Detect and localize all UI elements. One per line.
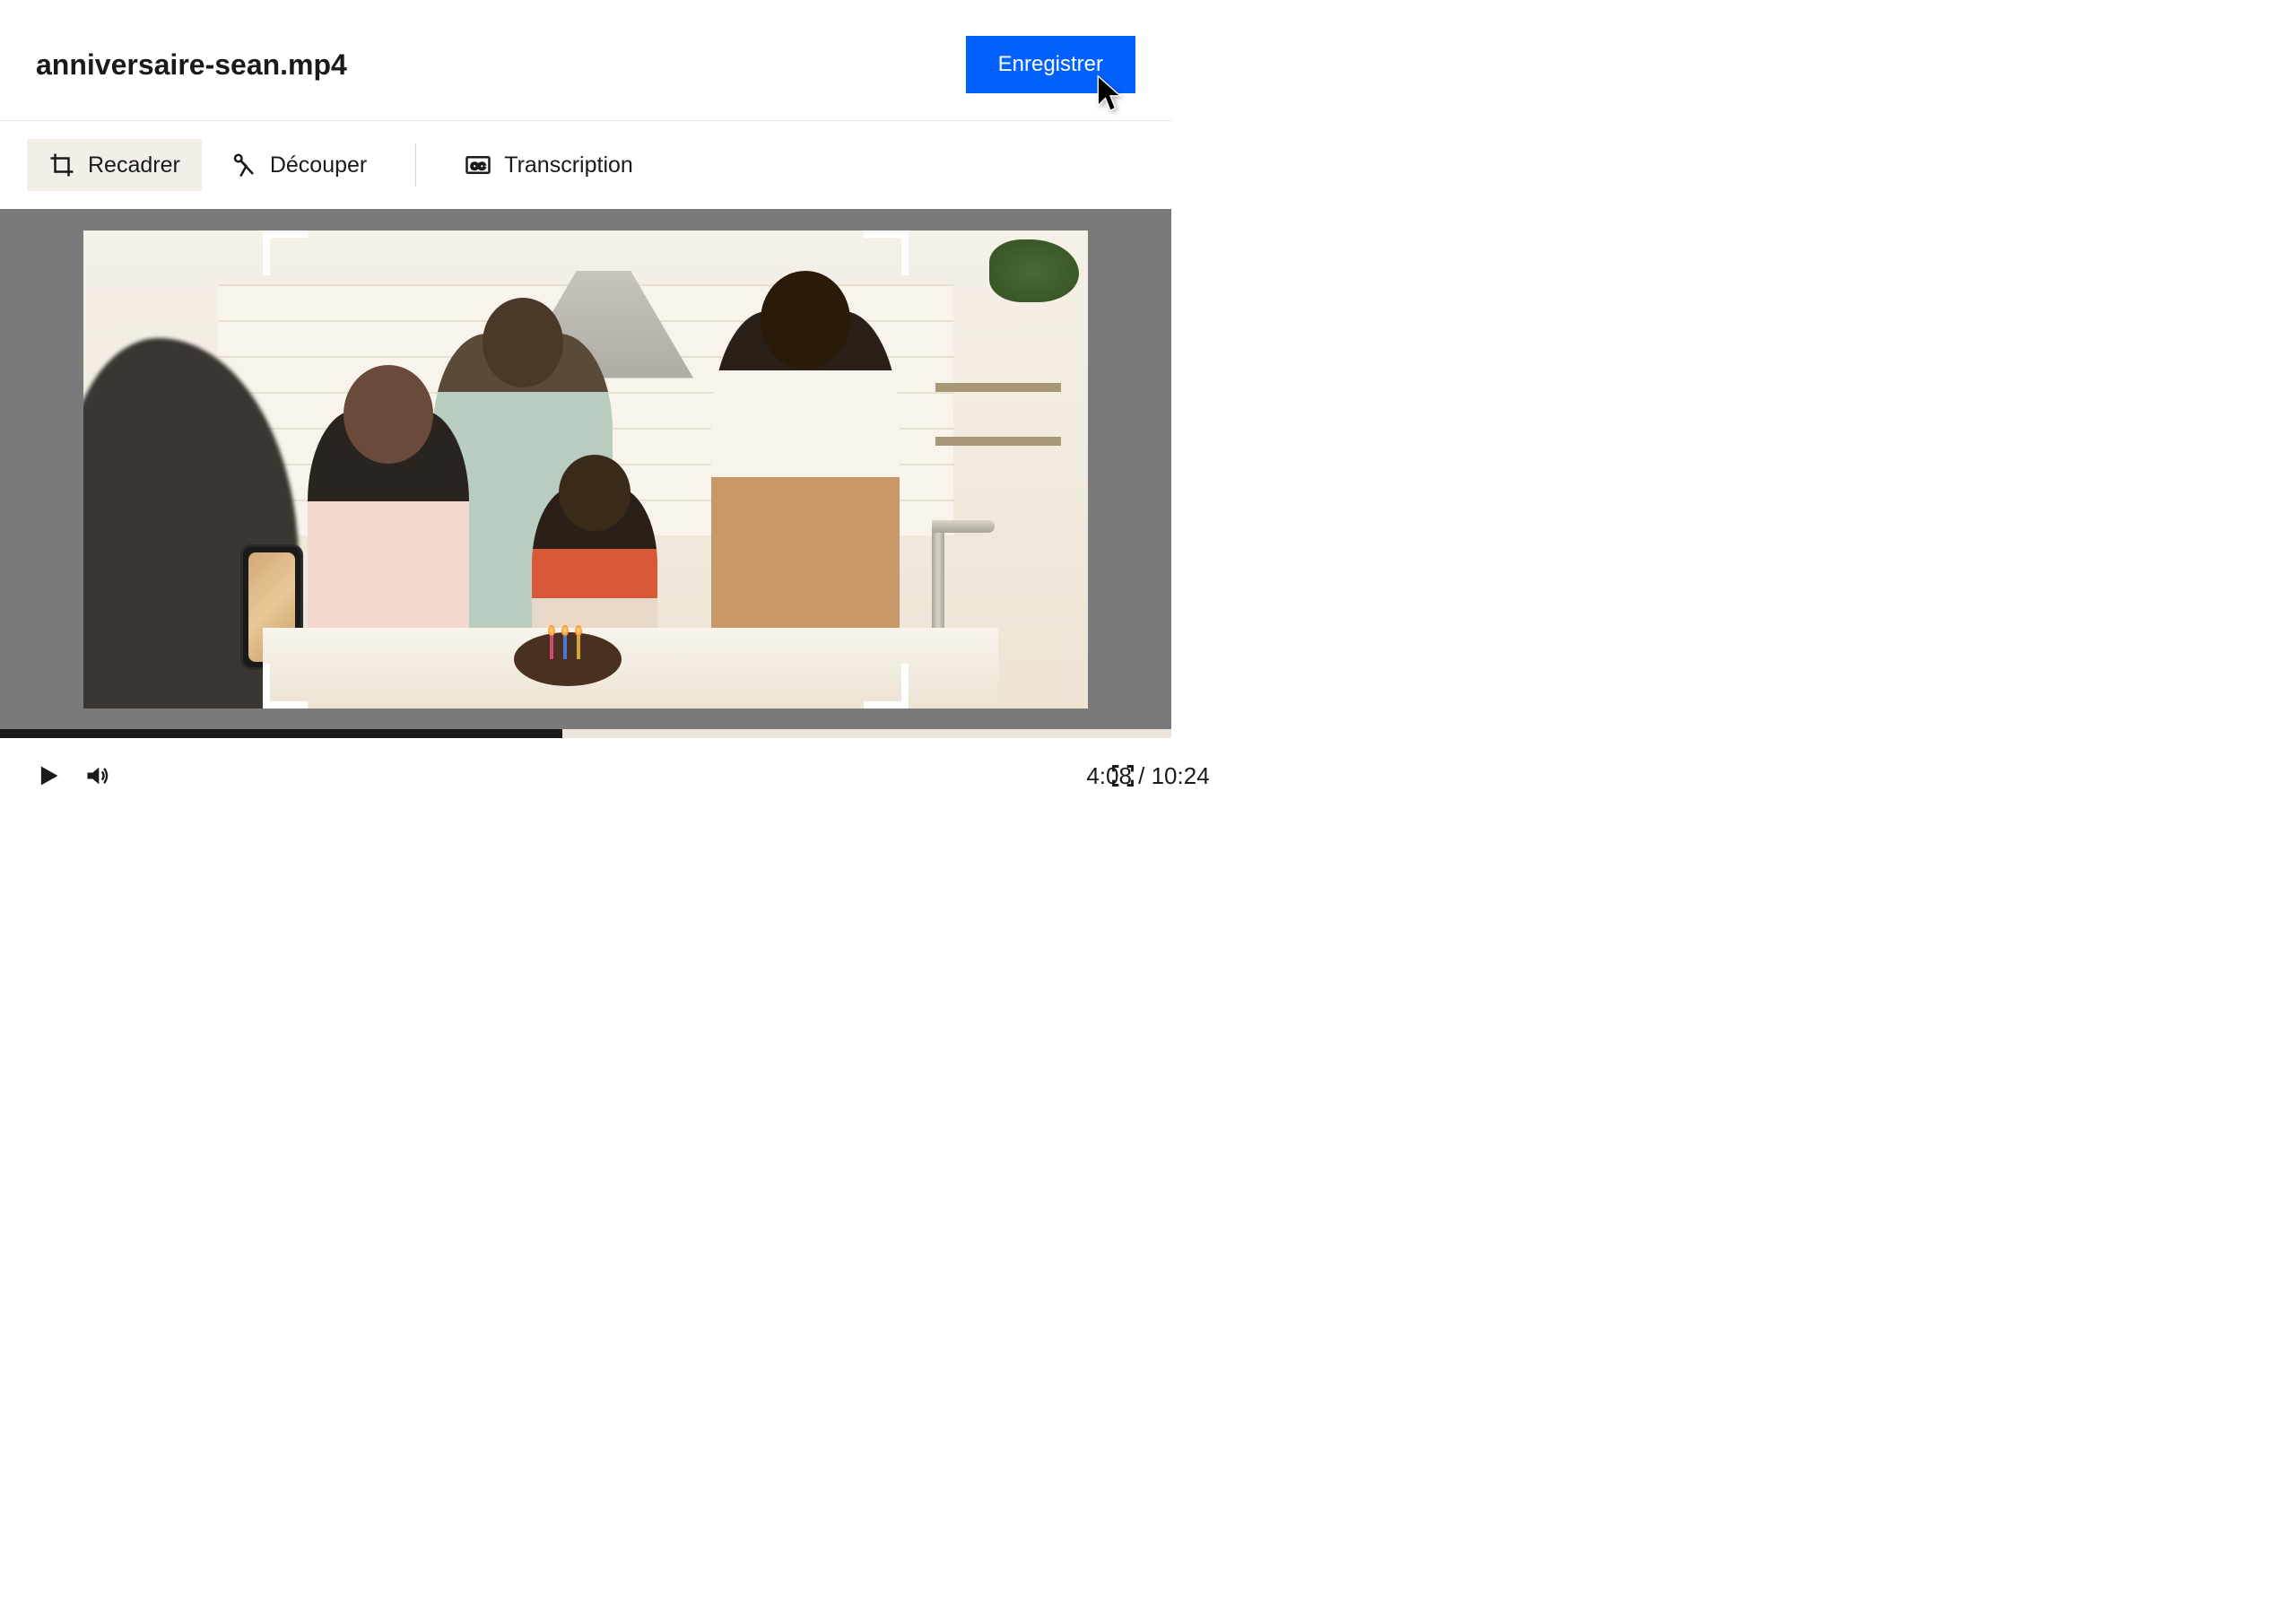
current-time: 4:08 xyxy=(1086,762,1132,789)
video-preview-area xyxy=(0,209,1171,729)
crop-handle-bottom-left[interactable] xyxy=(263,664,308,709)
volume-button[interactable] xyxy=(83,763,108,788)
transcription-tool-label: Transcription xyxy=(504,152,633,178)
toolbar-divider xyxy=(415,143,416,187)
crop-tool-button[interactable]: Recadrer xyxy=(27,139,202,191)
transcription-tool-button[interactable]: CC Transcription xyxy=(443,139,655,191)
crop-handle-top-right[interactable] xyxy=(864,230,909,275)
crop-handle-top-left[interactable] xyxy=(263,230,308,275)
file-title: anniversaire-sean.mp4 xyxy=(36,48,347,82)
header-bar: anniversaire-sean.mp4 Enregistrer xyxy=(0,0,1171,121)
crop-handle-bottom-right[interactable] xyxy=(864,664,909,709)
crop-icon xyxy=(48,152,75,178)
cursor-icon xyxy=(1094,74,1126,113)
video-frame[interactable] xyxy=(83,230,1088,709)
total-time: 10:24 xyxy=(1152,762,1210,789)
play-button[interactable] xyxy=(36,763,61,788)
time-display: 4:08 / 10:24 xyxy=(1086,762,1209,790)
trim-tool-button[interactable]: Découper xyxy=(209,139,388,191)
toolbar: Recadrer Découper CC Transcription xyxy=(0,121,1171,209)
scissors-icon xyxy=(230,152,257,178)
progress-fill xyxy=(0,729,562,738)
svg-text:CC: CC xyxy=(471,161,485,172)
video-content-image xyxy=(83,230,1088,709)
trim-tool-label: Découper xyxy=(270,152,367,178)
cc-icon: CC xyxy=(465,152,491,178)
progress-bar[interactable] xyxy=(0,729,1171,738)
crop-tool-label: Recadrer xyxy=(88,152,180,178)
playback-controls: 4:08 / 10:24 xyxy=(0,738,1171,813)
